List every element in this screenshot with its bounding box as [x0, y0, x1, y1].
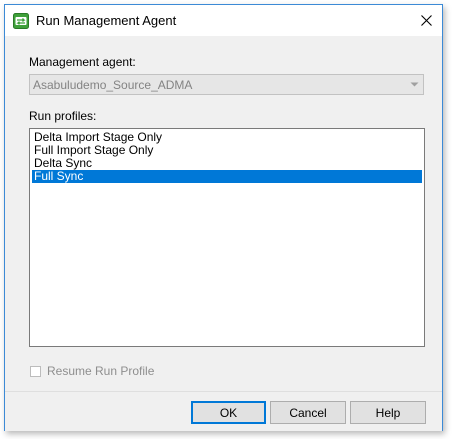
- cancel-button[interactable]: Cancel: [270, 401, 346, 424]
- resume-run-profile-option[interactable]: Resume Run Profile: [30, 364, 154, 378]
- close-button[interactable]: [410, 5, 442, 36]
- chevron-down-icon: [406, 75, 423, 94]
- run-profiles-label: Run profiles:: [29, 109, 97, 123]
- resume-run-profile-label: Resume Run Profile: [47, 364, 155, 378]
- button-bar: OK Cancel Help: [5, 391, 442, 431]
- ok-button[interactable]: OK: [191, 401, 266, 424]
- run-management-agent-dialog: Run Management Agent Management agent: A…: [4, 4, 443, 431]
- close-icon: [420, 15, 432, 26]
- list-item-full-sync[interactable]: Full Sync: [32, 170, 422, 183]
- management-agent-label: Management agent:: [29, 55, 136, 69]
- management-agent-value: Asabuludemo_Source_ADMA: [33, 78, 193, 92]
- resume-run-profile-checkbox[interactable]: [30, 365, 41, 377]
- title-bar: Run Management Agent: [5, 5, 442, 36]
- help-button[interactable]: Help: [350, 401, 426, 424]
- window-title: Run Management Agent: [36, 13, 177, 28]
- run-profiles-list[interactable]: Delta Import Stage Only Full Import Stag…: [29, 128, 425, 347]
- green-refresh-arrows-icon: [13, 13, 29, 29]
- list-item-delta-sync[interactable]: Delta Sync: [32, 157, 422, 170]
- management-agent-select[interactable]: Asabuludemo_Source_ADMA: [29, 74, 424, 95]
